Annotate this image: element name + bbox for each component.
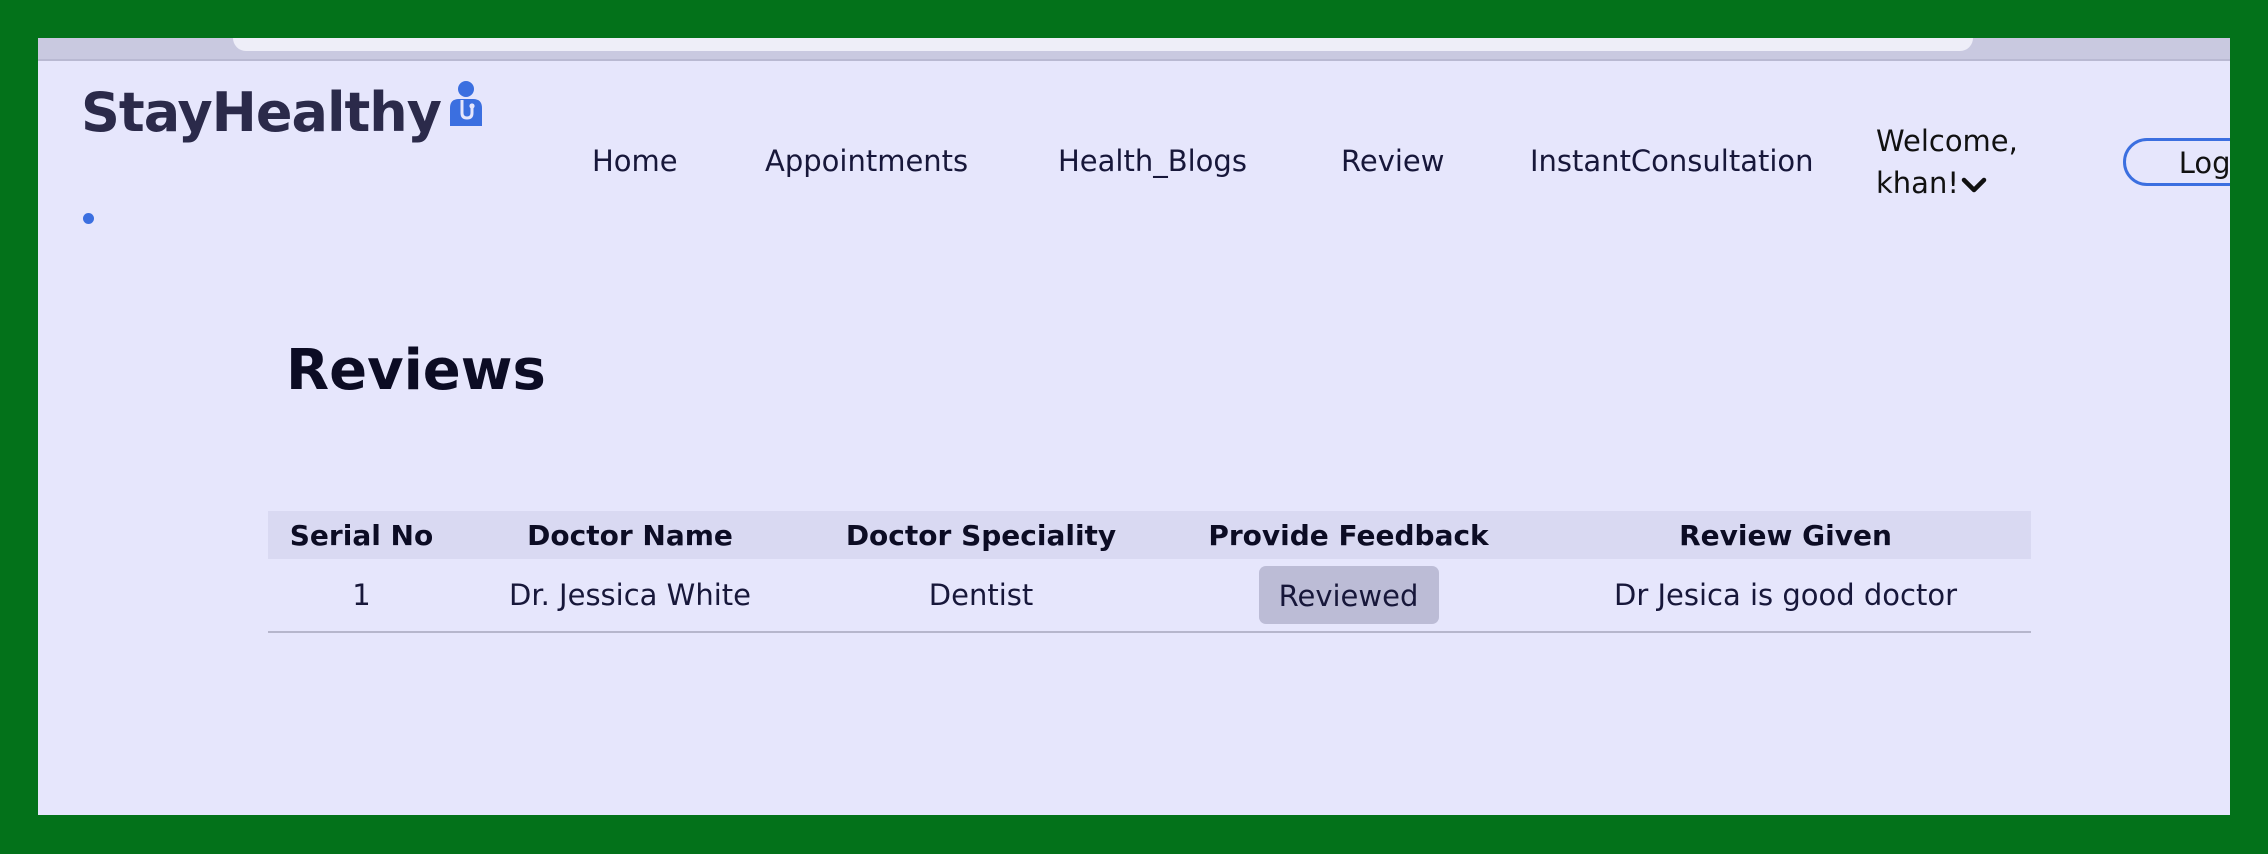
brand-name: StayHealthy [81, 81, 442, 144]
nav-health-blogs[interactable]: Health_Blogs [1058, 144, 1247, 178]
chevron-down-icon[interactable] [1961, 164, 1987, 206]
brand-logo[interactable]: StayHealthy [81, 81, 485, 144]
cell-serial-no: 1 [352, 578, 371, 612]
table-header-row: Serial No Doctor Name Doctor Speciality … [268, 511, 2031, 559]
cell-doctor-name: Dr. Jessica White [509, 578, 751, 612]
nav-instant-consultation[interactable]: InstantConsultation [1530, 144, 1814, 178]
nav-home[interactable]: Home [592, 144, 678, 178]
address-bar[interactable] [233, 38, 1973, 51]
nav-appointments[interactable]: Appointments [765, 144, 968, 178]
browser-viewport: StayHealthy Home Appointments Health_Blo… [38, 38, 2230, 815]
browser-top-strip [38, 38, 2230, 61]
reviewed-button[interactable]: Reviewed [1258, 566, 1439, 624]
reviews-table: Serial No Doctor Name Doctor Speciality … [268, 511, 2031, 633]
welcome-text: Welcome, [1876, 124, 2018, 158]
cell-provide-feedback: Reviewed [1157, 559, 1540, 632]
page-title: Reviews [286, 338, 546, 403]
table-row: 1 Dr. Jessica White Dentist Reviewed Dr … [268, 559, 2031, 632]
header-doctor-name: Doctor Name [527, 518, 733, 552]
header-serial-no: Serial No [289, 518, 434, 552]
nav-review[interactable]: Review [1341, 144, 1444, 178]
logout-button[interactable]: Logo [2123, 138, 2230, 186]
username: khan! [1876, 166, 1959, 200]
decorative-dot [83, 213, 94, 224]
header-doctor-speciality: Doctor Speciality [845, 518, 1117, 552]
user-menu[interactable]: Welcome, khan! [1876, 120, 2018, 206]
header-provide-feedback: Provide Feedback [1208, 518, 1489, 552]
cell-doctor-speciality: Dentist [928, 578, 1034, 612]
header-review-given: Review Given [1679, 518, 1892, 552]
cell-review-given: Dr Jesica is good doctor [1613, 578, 1957, 612]
doctor-icon [447, 76, 485, 139]
